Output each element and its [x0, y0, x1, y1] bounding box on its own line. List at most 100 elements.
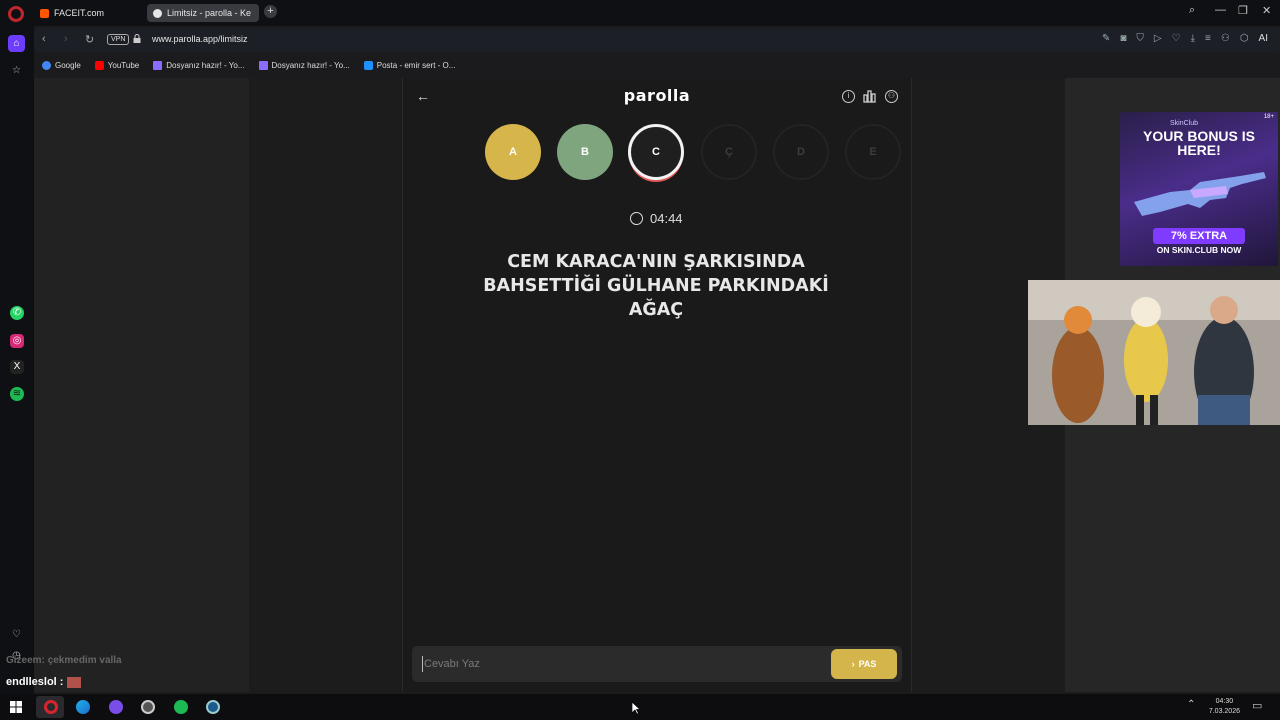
chat-user: endlleslol : [6, 676, 64, 688]
bookmark-label: Google [55, 60, 81, 70]
url-field[interactable]: www.parolla.app/limitsiz [152, 34, 248, 44]
question-text: CEM KARACA'NIN ŞARKISINDA BAHSETTİĞİ GÜL… [460, 250, 852, 322]
edge-taskbar-icon[interactable] [76, 700, 90, 714]
letter-d: D [773, 124, 829, 180]
edit-icon[interactable]: ✎ [1102, 33, 1110, 44]
extensions-icon[interactable]: ⬡ [1240, 33, 1249, 44]
ad-headline: YOUR BONUS IS HERE! [1142, 128, 1255, 158]
new-tab-button[interactable]: + [264, 5, 277, 18]
tab-parolla[interactable]: Limitsiz - parolla - Ke [147, 4, 259, 22]
gx-taskbar-icon[interactable] [109, 700, 123, 714]
tray-chevron-up-icon[interactable]: ⌃ [1187, 699, 1195, 710]
bookmark-label: Posta - emir sert - O... [376, 60, 456, 70]
search-tabs-icon[interactable]: ⌕ [1189, 4, 1195, 17]
menu-icon[interactable]: ≡ [1205, 33, 1211, 44]
letter-b: B [557, 124, 613, 180]
close-window-button[interactable]: ✕ [1262, 4, 1271, 17]
parolla-favicon-icon [153, 8, 162, 18]
notifications-icon[interactable]: ▭ [1252, 699, 1262, 712]
clock-time: 04:30 [1215, 698, 1234, 705]
user-icon[interactable]: ⚇ [885, 90, 898, 103]
question-line: CEM KARACA'NIN ŞARKISINDA [507, 252, 805, 272]
bookmark-dosyaniz-1[interactable]: Dosyanız hazır! - Yo... [153, 60, 245, 70]
bookmark-label: Dosyanız hazır! - Yo... [271, 60, 350, 70]
info-icon[interactable]: i [842, 90, 855, 103]
bookmark-youtube[interactable]: YouTube [94, 60, 140, 70]
chat-message-row: endlleslol : [6, 676, 81, 688]
pass-label: PAS [858, 659, 877, 669]
play-icon[interactable]: ▷ [1154, 33, 1162, 44]
letter-label: D [797, 146, 805, 158]
minimize-button[interactable]: — [1215, 4, 1226, 16]
opera-logo-icon[interactable] [8, 6, 24, 22]
heart-sidebar-icon[interactable]: ♡ [8, 626, 25, 643]
bookmark-label: Dosyanız hazır! - Yo... [166, 60, 245, 70]
question-line: BAHSETTİĞİ GÜLHANE PARKINDAKİ [483, 276, 829, 296]
reload-icon[interactable]: ↻ [85, 33, 94, 46]
answer-input[interactable] [422, 656, 822, 672]
timer: 04:44 [630, 211, 683, 226]
app-taskbar-icon[interactable] [206, 700, 220, 714]
shield-icon[interactable]: ⛉ [1136, 33, 1144, 44]
tab-faceit[interactable]: FACEIT.com [34, 4, 142, 22]
home-icon[interactable]: ⌂ [8, 35, 25, 52]
tab-label: Limitsiz - parolla - Ke [167, 8, 252, 18]
letter-label: B [581, 146, 589, 158]
tab-label: FACEIT.com [54, 8, 105, 18]
windows-start-icon[interactable] [10, 701, 22, 713]
letter-a: A [485, 124, 541, 180]
back-arrow-icon[interactable]: ← [416, 88, 430, 104]
letter-label: E [869, 146, 877, 158]
download-icon[interactable]: ⤓ [1191, 33, 1195, 44]
whatsapp-icon[interactable]: ✆ [10, 306, 24, 320]
skinclub-ad[interactable]: 18+ SkinClub YOUR BONUS IS HERE! 7% EXTR… [1120, 112, 1278, 266]
webcam-overlay [1028, 280, 1280, 425]
system-clock[interactable]: 04:30 7.03.2026 [1209, 697, 1240, 717]
question-line: AĞAÇ [628, 300, 684, 320]
timer-value: 04:44 [650, 211, 683, 226]
back-nav-icon[interactable]: ‹ [42, 33, 46, 45]
mail-icon [363, 60, 373, 70]
ad-extra-pill: 7% EXTRA [1153, 228, 1245, 244]
bookmark-posta[interactable]: Posta - emir sert - O... [363, 60, 456, 70]
ai-button[interactable]: AI [1259, 33, 1268, 44]
bookmark-dosyaniz-2[interactable]: Dosyanız hazır! - Yo... [258, 60, 350, 70]
pass-button[interactable]: › PAS [831, 649, 897, 679]
mouse-cursor-icon [632, 702, 641, 715]
clock-date: 7.03.2026 [1208, 708, 1240, 715]
forward-nav-icon[interactable]: › [64, 33, 68, 45]
camera-icon[interactable]: ◙ [1120, 33, 1126, 44]
browser-sidebar: ⌂ ☆ ✆ ◎ X ≋ ♡ ◷ [0, 26, 34, 694]
opera-taskbar-icon[interactable] [44, 700, 58, 714]
spotify-icon[interactable]: ≋ [10, 387, 24, 401]
google-icon [42, 60, 51, 70]
emote-icon [66, 676, 81, 688]
profile-icon[interactable]: ⚇ [1221, 33, 1230, 44]
youtube-icon [94, 60, 104, 70]
vpn-badge[interactable]: VPN [107, 34, 130, 45]
address-bar: ‹ › ↻ VPN www.parolla.app/limitsiz ✎ ◙ ⛉… [34, 28, 1280, 52]
webcam-image [1028, 280, 1280, 425]
instagram-icon[interactable]: ◎ [10, 334, 24, 348]
answer-bar: › PAS [412, 646, 902, 682]
ad-brand: SkinClub [1170, 120, 1199, 127]
star-icon[interactable]: ☆ [8, 62, 25, 79]
steam-taskbar-icon[interactable] [141, 700, 155, 714]
x-icon[interactable]: X [10, 360, 24, 374]
stats-icon[interactable] [863, 90, 876, 103]
ad-subline: ON SKIN.CLUB NOW [1156, 245, 1242, 255]
faceit-favicon-icon [40, 8, 49, 18]
bookmark-label: YouTube [107, 60, 140, 70]
left-panel [34, 78, 249, 692]
spotify-taskbar-icon[interactable] [174, 700, 188, 714]
heart-icon[interactable]: ♡ [1172, 33, 1181, 44]
chat-faded-message: Gizeem: çekmedim valla [6, 655, 122, 666]
bookmark-google[interactable]: Google [42, 60, 81, 70]
chevron-right-icon: › [851, 659, 855, 669]
maximize-button[interactable]: ❐ [1238, 4, 1248, 17]
file-icon [153, 60, 163, 70]
age-badge: 18+ [1263, 114, 1274, 120]
letter-c-cedilla: Ç [701, 124, 757, 180]
letter-c-active: C [628, 124, 684, 180]
bookmarks-bar: Google YouTube Dosyanız hazır! - Yo... D… [34, 55, 1280, 75]
